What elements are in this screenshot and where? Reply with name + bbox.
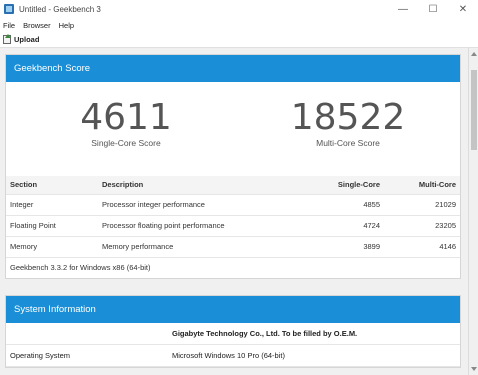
window-controls: — ☐ ✕ [388, 0, 478, 18]
system-model: Gigabyte Technology Co., Ltd. To be fill… [6, 323, 460, 345]
menu-file[interactable]: File [3, 21, 15, 30]
geekbench-app-icon [4, 4, 14, 14]
row-multi-core: 23205 [384, 214, 460, 236]
geekbench-version-info: Geekbench 3.3.2 for Windows x86 (64-bit) [6, 256, 460, 278]
score-table-header: Section Description Single-Core Multi-Co… [6, 176, 460, 194]
upload-button[interactable]: Upload [14, 35, 39, 44]
menu-browser[interactable]: Browser [23, 21, 51, 30]
table-row: Floating Point Processor floating point … [6, 214, 460, 236]
system-information-card: System Information Gigabyte Technology C… [5, 295, 461, 368]
scroll-thumb[interactable] [471, 70, 477, 150]
row-single-core: 3899 [304, 235, 384, 257]
table-row: Integer Processor integer performance 48… [6, 193, 460, 215]
toolbar: Upload [0, 32, 478, 48]
single-core-score: 4611 Single-Core Score [46, 82, 206, 149]
multi-core-score: 18522 Multi-Core Score [268, 82, 428, 149]
single-core-score-value: 4611 [80, 97, 172, 138]
score-table: Section Description Single-Core Multi-Co… [6, 176, 460, 278]
close-button[interactable]: ✕ [448, 0, 478, 18]
scroll-down-icon[interactable] [471, 367, 477, 371]
row-single-core: 4724 [304, 214, 384, 236]
column-single-core: Single-Core [304, 176, 384, 194]
row-single-core: 4855 [304, 193, 384, 215]
title-bar: Untitled - Geekbench 3 — ☐ ✕ [0, 0, 478, 18]
single-core-score-label: Single-Core Score [91, 138, 161, 148]
upload-icon[interactable] [3, 34, 11, 44]
results-content: Geekbench Score 4611 Single-Core Score 1… [0, 48, 468, 375]
menu-help[interactable]: Help [59, 21, 74, 30]
system-info-value: Microsoft Windows 10 Pro (64-bit) [172, 351, 285, 360]
maximize-button[interactable]: ☐ [418, 0, 448, 18]
geekbench-score-card: Geekbench Score 4611 Single-Core Score 1… [5, 54, 461, 279]
row-multi-core: 4146 [384, 235, 460, 257]
row-multi-core: 21029 [384, 193, 460, 215]
score-card-header: Geekbench Score [6, 55, 460, 82]
system-info-label: Operating System [10, 351, 71, 360]
multi-core-score-value: 18522 [290, 97, 406, 138]
column-description: Description [98, 176, 304, 194]
window-title: Untitled - Geekbench 3 [19, 4, 101, 14]
scroll-up-icon[interactable] [471, 52, 477, 56]
minimize-button[interactable]: — [388, 0, 418, 18]
row-section: Memory [6, 235, 98, 257]
system-info-row: Operating System Microsoft Windows 10 Pr… [6, 345, 460, 367]
column-multi-core: Multi-Core [384, 176, 460, 194]
table-row: Memory Memory performance 3899 4146 [6, 235, 460, 257]
score-summary: 4611 Single-Core Score 18522 Multi-Core … [6, 82, 460, 176]
row-description: Processor integer performance [98, 193, 304, 215]
system-card-header: System Information [6, 296, 460, 323]
row-section: Floating Point [6, 214, 98, 236]
row-description: Memory performance [98, 235, 304, 257]
row-section: Integer [6, 193, 98, 215]
column-section: Section [6, 176, 98, 194]
row-description: Processor floating point performance [98, 214, 304, 236]
multi-core-score-label: Multi-Core Score [316, 138, 380, 148]
vertical-scrollbar[interactable] [468, 48, 478, 375]
table-footer-row: Geekbench 3.3.2 for Windows x86 (64-bit) [6, 256, 460, 278]
menu-bar: File Browser Help [0, 18, 478, 32]
